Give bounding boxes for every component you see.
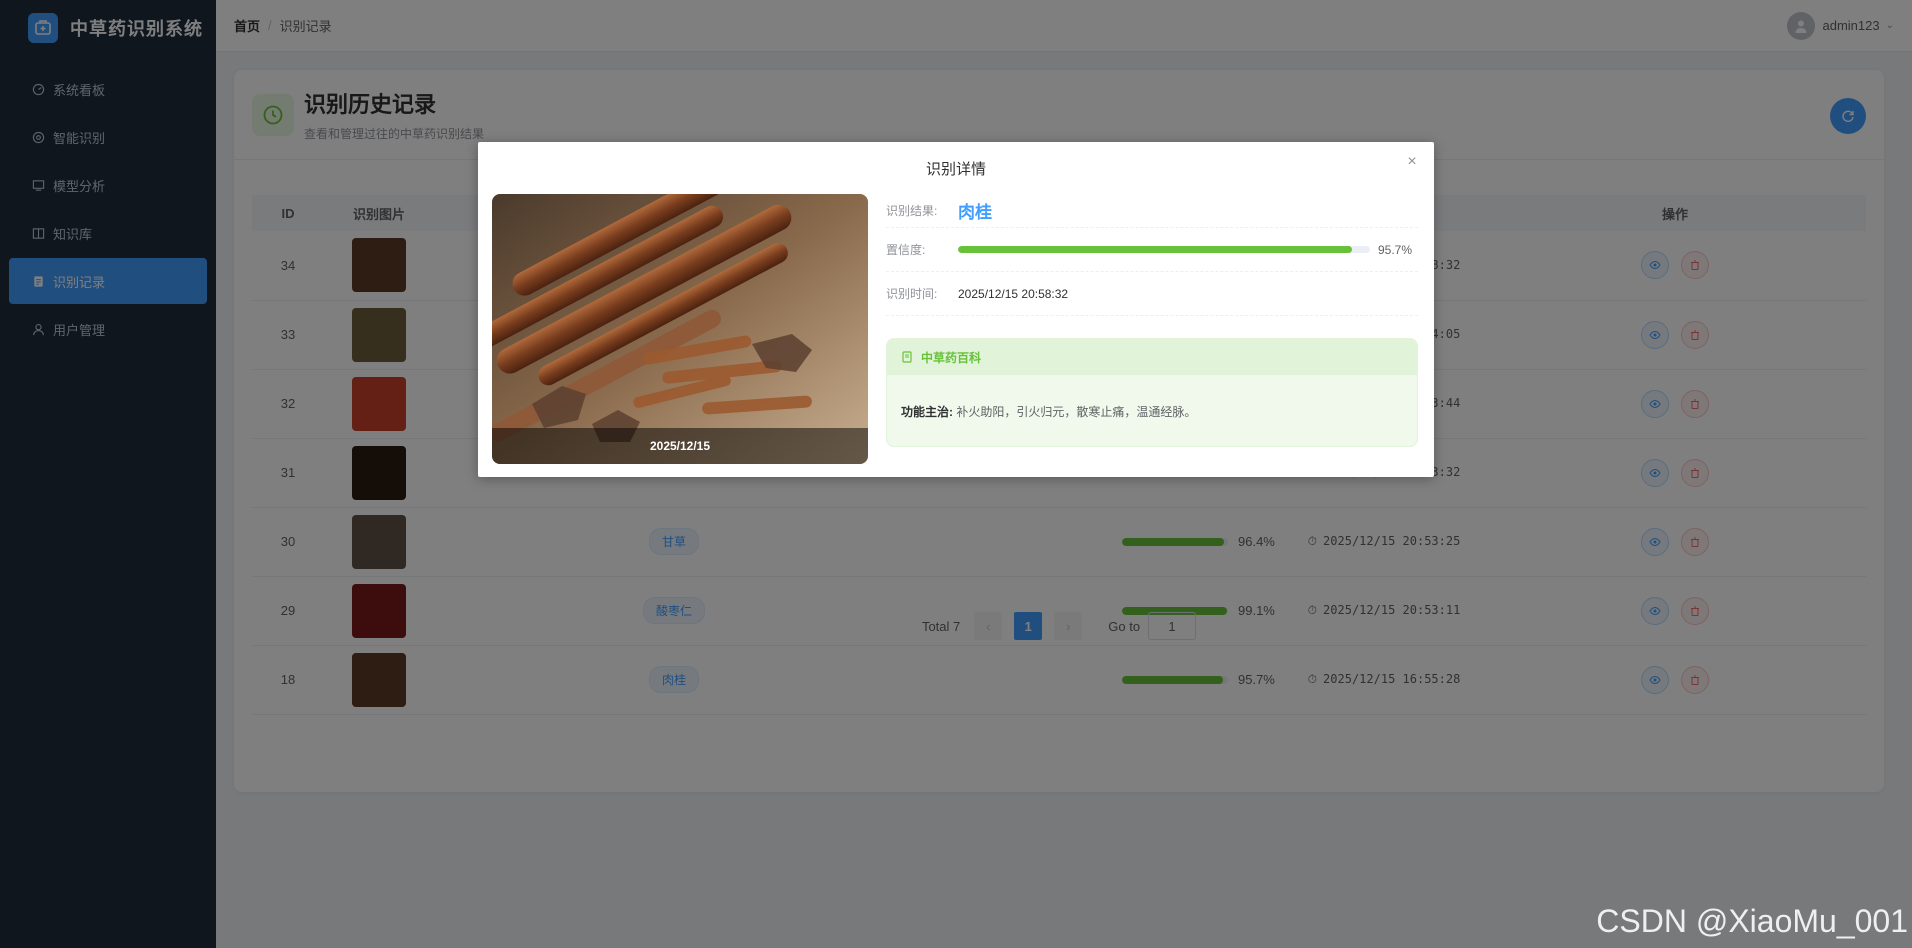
encyclopedia-header: 中草药百科	[887, 339, 1417, 375]
herb-image: 2025/12/15	[492, 194, 868, 464]
result-value: 肉桂	[958, 203, 992, 222]
confidence-label: 置信度:	[886, 243, 926, 257]
confidence-bar	[958, 246, 1370, 253]
image-caption: 2025/12/15	[492, 428, 868, 464]
confidence-value: 95.7%	[1378, 242, 1413, 257]
time-row: 识别时间: 2025/12/15 20:58:32	[886, 272, 1418, 316]
book-icon	[902, 351, 912, 363]
detail-panel: 识别结果: 肉桂 置信度: 95.7% 识别时间: 2025/12/15 20:…	[886, 194, 1418, 447]
dialog-title: 识别详情	[925, 161, 986, 178]
time-value: 2025/12/15 20:58:32	[958, 286, 1069, 301]
confidence-fill	[958, 246, 1353, 253]
encyclopedia-title: 中草药百科	[921, 350, 982, 365]
result-row: 识别结果: 肉桂	[886, 194, 1418, 228]
time-label: 识别时间:	[886, 287, 938, 301]
encyclopedia-body: 功能主治: 补火助阳，引火归元，散寒止痛，温通经脉。	[887, 375, 1417, 446]
detail-dialog: 识别详情 × 2025/12/15 识别结果: 肉桂 置信度: 95.7% 识别…	[478, 142, 1434, 477]
function-label: 功能主治:	[901, 405, 953, 419]
watermark: CSDN @XiaoMu_001	[1596, 903, 1908, 939]
function-text: 补火助阳，引火归元，散寒止痛，温通经脉。	[956, 405, 1197, 419]
close-icon[interactable]: ×	[1404, 154, 1420, 170]
confidence-row: 置信度: 95.7%	[886, 228, 1418, 272]
cinnamon-photo	[492, 194, 868, 464]
result-label: 识别结果:	[886, 204, 938, 218]
herb-encyclopedia: 中草药百科 功能主治: 补火助阳，引火归元，散寒止痛，温通经脉。	[886, 338, 1418, 447]
